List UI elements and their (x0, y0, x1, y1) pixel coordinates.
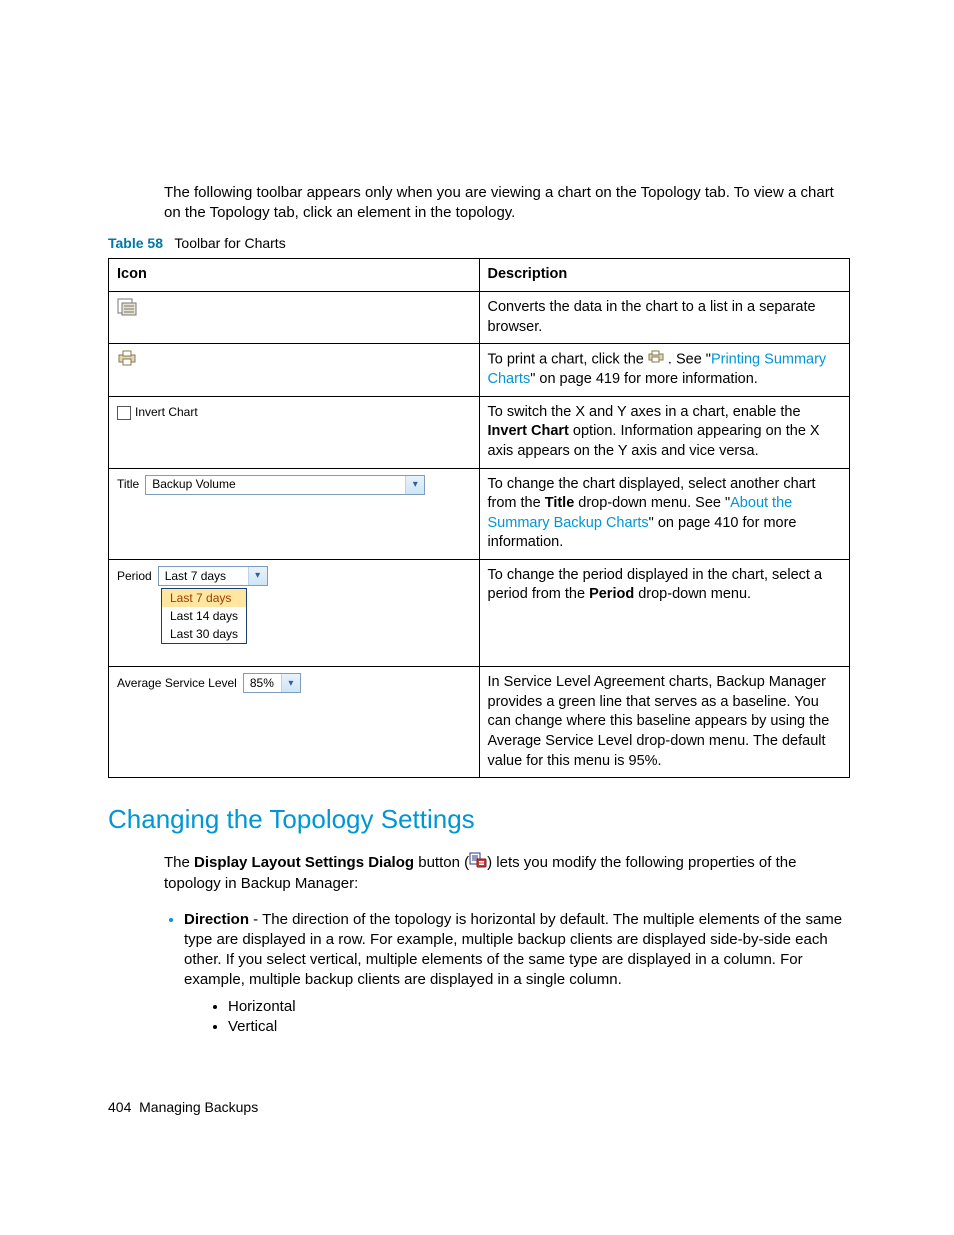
chevron-down-icon: ▾ (281, 674, 300, 692)
checkbox-icon (117, 406, 131, 420)
intro-paragraph: The following toolbar appears only when … (164, 183, 850, 224)
invert-chart-checkbox[interactable]: Invert Chart (117, 405, 198, 419)
table-row: Invert Chart To switch the X and Y axes … (109, 396, 850, 468)
list-item: Direction - The direction of the topolog… (184, 910, 850, 1038)
table-cell-description: Converts the data in the chart to a list… (479, 291, 850, 343)
period-option[interactable]: Last 14 days (162, 607, 246, 625)
chevron-down-icon: ▾ (405, 476, 424, 494)
period-dropdown-value: Last 7 days (159, 568, 232, 584)
page-footer: 404 Managing Backups (108, 1098, 258, 1117)
list-item: Vertical (228, 1017, 850, 1037)
footer-title: Managing Backups (139, 1099, 258, 1115)
table-caption-text: Toolbar for Charts (174, 235, 285, 251)
convert-to-list-icon (117, 298, 137, 323)
sub-bullet-list: Horizontal Vertical (208, 997, 850, 1038)
section-heading: Changing the Topology Settings (108, 802, 850, 837)
asl-dropdown-label: Average Service Level (117, 675, 237, 691)
table-cell-description: To change the period displayed in the ch… (479, 559, 850, 667)
table-row: Converts the data in the chart to a list… (109, 291, 850, 343)
asl-dropdown-value: 85% (244, 675, 280, 691)
title-dropdown-value: Backup Volume (146, 476, 241, 492)
table-cell-description: To change the chart displayed, select an… (479, 468, 850, 559)
table-cell-description: To switch the X and Y axes in a chart, e… (479, 396, 850, 468)
display-layout-settings-icon (469, 852, 487, 874)
table-row: Average Service Level 85% ▾ In Service L… (109, 667, 850, 778)
toolbar-table: Icon Description (108, 258, 850, 778)
period-option[interactable]: Last 7 days (162, 589, 246, 607)
table-row: Period Last 7 days ▾ Last 7 days Last 14… (109, 559, 850, 667)
table-number: Table 58 (108, 235, 163, 251)
table-cell-description: To print a chart, click the . See "Print… (479, 344, 850, 397)
table-header-icon: Icon (109, 259, 480, 292)
title-dropdown[interactable]: Backup Volume ▾ (145, 475, 425, 495)
average-service-level-dropdown[interactable]: 85% ▾ (243, 673, 301, 693)
title-dropdown-label: Title (117, 476, 139, 492)
section-paragraph: The Display Layout Settings Dialog butto… (164, 852, 850, 895)
period-option[interactable]: Last 30 days (162, 625, 246, 643)
period-dropdown-popup: Last 7 days Last 14 days Last 30 days (161, 588, 247, 645)
page-number: 404 (108, 1099, 131, 1115)
period-dropdown[interactable]: Last 7 days ▾ (158, 566, 268, 586)
chevron-down-icon: ▾ (248, 567, 267, 585)
table-cell-description: In Service Level Agreement charts, Backu… (479, 667, 850, 778)
invert-chart-label: Invert Chart (135, 405, 198, 419)
list-item: Horizontal (228, 997, 850, 1017)
table-header-description: Description (479, 259, 850, 292)
print-icon (117, 350, 137, 373)
print-icon (648, 350, 664, 370)
period-dropdown-label: Period (117, 568, 152, 584)
table-row: To print a chart, click the . See "Print… (109, 344, 850, 397)
bullet-list: Direction - The direction of the topolog… (164, 910, 850, 1038)
table-caption: Table 58 Toolbar for Charts (108, 234, 850, 253)
table-row: Title Backup Volume ▾ To change the char… (109, 468, 850, 559)
